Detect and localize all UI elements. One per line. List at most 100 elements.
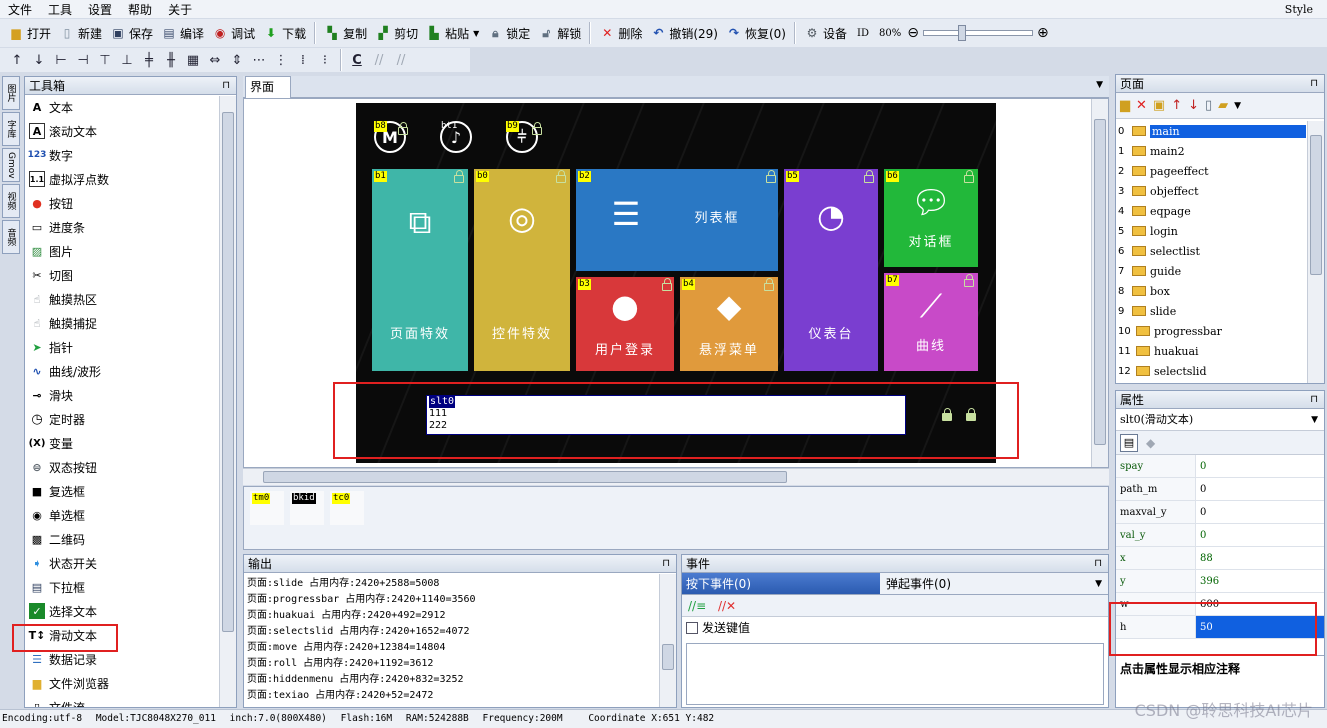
cut-button[interactable]: ▞ 剪切 [371, 21, 422, 45]
import-page-icon[interactable]: ▣ [1153, 98, 1165, 113]
clear-format-icon[interactable]: // [368, 50, 390, 70]
debug-button[interactable]: ◉ 调试 [208, 21, 259, 45]
new-button[interactable]: ▯ 新建 [55, 21, 106, 45]
move-up-icon[interactable]: ↑ [6, 50, 28, 70]
side-tab-fonts[interactable]: 字库 [2, 112, 20, 146]
tile-list-box[interactable]: ☰ 列表框 [576, 169, 778, 271]
property-row[interactable]: spay 0 [1116, 455, 1324, 478]
copy-format-icon[interactable]: C [346, 50, 368, 70]
tool-qrcode[interactable]: ▩ 二维码 [25, 527, 236, 551]
menu-file[interactable]: 文件 [0, 1, 40, 18]
open-button[interactable]: ▆ 打开 [4, 21, 55, 45]
zoom-in-icon[interactable]: ⊕ [1037, 25, 1049, 41]
chevron-down-icon[interactable]: ▼ [1095, 573, 1102, 595]
tool-float[interactable]: 1.1 虚拟浮点数 [25, 167, 236, 191]
tab-release-event[interactable]: 弹起事件(0) ▼ [880, 573, 1108, 594]
move-down-icon[interactable]: ↓ [28, 50, 50, 70]
scroll-thumb[interactable] [263, 471, 787, 483]
tile-page-effect[interactable]: ⧉ 页面特效 [372, 169, 468, 371]
tab-press-event[interactable]: 按下事件(0) [682, 573, 880, 594]
arrow-up-icon[interactable]: ↑ [1171, 98, 1182, 113]
tool-dropdown[interactable]: ▤ 下拉框 [25, 575, 236, 599]
style-menu[interactable]: Style [1285, 3, 1313, 16]
align-center-v-icon[interactable]: ╫ [160, 50, 182, 70]
align-bottom-icon[interactable]: ⊥ [116, 50, 138, 70]
same-width-icon[interactable]: ⇔ [204, 50, 226, 70]
list-item[interactable]: 0 main [1116, 121, 1324, 141]
space-v-icon[interactable]: ⁝ [314, 50, 336, 70]
scroll-thumb[interactable] [222, 112, 234, 632]
list-item[interactable]: 1 main2 [1116, 141, 1324, 161]
list-item[interactable]: 6 selectlist [1116, 241, 1324, 261]
align-left-icon[interactable]: ⊢ [50, 50, 72, 70]
pin-icon[interactable]: ⊓ [1094, 555, 1102, 573]
send-key-checkbox[interactable] [686, 622, 698, 634]
property-row[interactable]: y 396 [1116, 570, 1324, 593]
menu-help[interactable]: 帮助 [120, 1, 160, 18]
list-item[interactable]: 3 objeffect [1116, 181, 1324, 201]
delete-button[interactable]: ✕ 删除 [595, 21, 646, 45]
object-selector[interactable]: slt0(滑动文本) ▼ [1116, 409, 1324, 431]
tool-number[interactable]: 123 数字 [25, 143, 236, 167]
unlock-button[interactable]: 🔓︎ 解锁 [534, 21, 585, 45]
property-row[interactable]: x 88 [1116, 547, 1324, 570]
scroll-thumb[interactable] [1094, 119, 1106, 445]
pin-icon[interactable]: ⊓ [1310, 75, 1318, 93]
tool-variable[interactable]: (X) 变量 [25, 431, 236, 455]
tool-text[interactable]: A 文本 [25, 95, 236, 119]
property-row[interactable]: path_m 0 [1116, 478, 1324, 501]
tool-dual-button[interactable]: ⊜ 双态按钮 [25, 455, 236, 479]
tool-picture[interactable]: ▨ 图片 [25, 239, 236, 263]
tool-select-text[interactable]: ✓ 选择文本 [25, 599, 236, 623]
tool-file-stream[interactable]: ▯ 文件流 [25, 695, 236, 708]
menu-tools[interactable]: 工具 [40, 1, 80, 18]
pin-icon[interactable]: ⊓ [1310, 391, 1318, 409]
tile-user-login[interactable]: ● 用户登录 [576, 277, 674, 371]
tile-dashboard[interactable]: ◔ 仪表台 [784, 169, 878, 371]
list-item[interactable]: 5 login [1116, 221, 1324, 241]
list-item[interactable]: 7 guide [1116, 261, 1324, 281]
list-item[interactable]: 10 progressbar [1116, 321, 1324, 341]
tool-checkbox[interactable]: ■ 复选框 [25, 479, 236, 503]
same-height-icon[interactable]: ⇕ [226, 50, 248, 70]
undo-button[interactable]: ↶ 撤销(29) [646, 21, 722, 45]
toolbox-scrollbar[interactable] [219, 96, 236, 707]
event-code-editor[interactable] [686, 643, 1104, 705]
canvas-vscrollbar[interactable] [1091, 99, 1108, 467]
tool-timer[interactable]: ◷ 定时器 [25, 407, 236, 431]
list-item[interactable]: 11 huakuai [1116, 341, 1324, 361]
menu-settings[interactable]: 设置 [80, 1, 120, 18]
list-item[interactable]: 2 pageeffect [1116, 161, 1324, 181]
copy-page-icon[interactable]: ▯ [1205, 98, 1212, 113]
tab-interface[interactable]: 界面 [245, 76, 291, 98]
tool-radio[interactable]: ◉ 单选框 [25, 503, 236, 527]
tool-waveform[interactable]: ∿ 曲线/波形 [25, 359, 236, 383]
menu-about[interactable]: 关于 [160, 1, 200, 18]
component-tc0[interactable]: tc0 [330, 491, 364, 525]
property-row[interactable]: val_y 0 [1116, 524, 1324, 547]
same-size-icon[interactable]: ▦ [182, 50, 204, 70]
list-item[interactable]: 4 eqpage [1116, 201, 1324, 221]
align-top-icon[interactable]: ⊤ [94, 50, 116, 70]
save-button[interactable]: ▣ 保存 [106, 21, 157, 45]
distribute-v-icon[interactable]: ⋮ [270, 50, 292, 70]
distribute-h-icon[interactable]: ⋯ [248, 50, 270, 70]
clear-all-icon[interactable]: // [390, 50, 412, 70]
comment-icon[interactable]: //≡ [688, 599, 706, 613]
arrow-down-icon[interactable]: ↓ [1188, 98, 1199, 113]
compile-button[interactable]: ▤ 编译 [157, 21, 208, 45]
lock-button[interactable]: 🔒︎ 锁定 [483, 21, 534, 45]
tool-slider[interactable]: ⊸ 滑块 [25, 383, 236, 407]
tool-pointer[interactable]: ➤ 指针 [25, 335, 236, 359]
add-page-icon[interactable]: ▆ [1120, 98, 1130, 113]
side-tab-gmov[interactable]: Gmov [2, 148, 20, 182]
zoom-slider-handle[interactable] [957, 25, 966, 41]
scroll-thumb[interactable] [1310, 135, 1322, 275]
download-button[interactable]: ⬇ 下载 [259, 21, 310, 45]
component-bkid[interactable]: bkid [290, 491, 324, 525]
canvas-hscrollbar[interactable] [243, 468, 1109, 485]
tool-hotspot[interactable]: ☝ 触摸热区 [25, 287, 236, 311]
chevron-down-icon[interactable]: ▼ [1234, 101, 1241, 111]
device-button[interactable]: ⚙ 设备 [800, 21, 851, 45]
uncomment-icon[interactable]: //✕ [718, 599, 736, 613]
